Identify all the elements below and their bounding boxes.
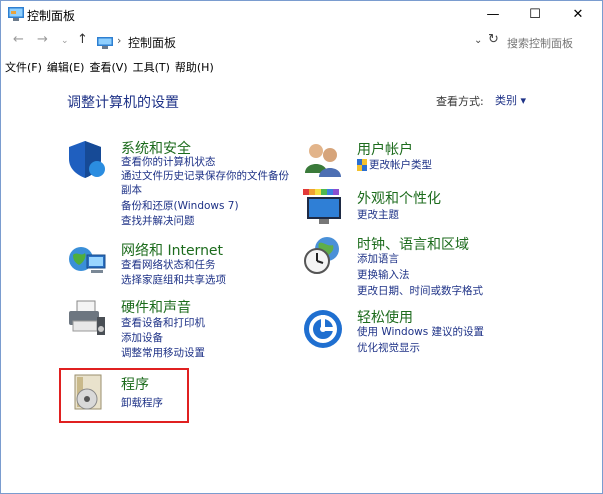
link-optimize-visual-display[interactable]: 优化视觉显示 xyxy=(357,342,420,355)
category-appearance-title[interactable]: 外观和个性化 xyxy=(357,188,441,208)
forward-arrow-icon[interactable]: → xyxy=(37,32,48,47)
ease-of-access-icon[interactable] xyxy=(303,309,343,349)
refresh-icon[interactable]: ↻ xyxy=(488,32,499,47)
control-panel-icon xyxy=(8,7,24,21)
up-arrow-icon[interactable]: ↑ xyxy=(77,32,88,47)
category-hardware-title[interactable]: 硬件和声音 xyxy=(121,297,191,317)
link-file-history-backup[interactable]: 通过文件历史记录保存你的文件备份 xyxy=(121,170,289,183)
user-accounts-icon[interactable] xyxy=(303,139,343,179)
search-input[interactable] xyxy=(507,35,599,51)
link-devices-printers[interactable]: 查看设备和打印机 xyxy=(121,317,205,330)
breadcrumb-separator: › xyxy=(117,34,122,47)
shield-icon[interactable] xyxy=(67,139,107,179)
back-arrow-icon[interactable]: ← xyxy=(13,32,24,47)
uac-shield-icon xyxy=(357,159,367,171)
category-network-title[interactable]: 网络和 Internet xyxy=(121,240,223,260)
menu-help[interactable]: 帮助(H) xyxy=(175,59,214,75)
control-panel-window: 控制面板 — ☐ ✕ ← → ⌄ ↑ › 控制面板 ⌄ ↻ 文件(F) 编辑(E)… xyxy=(0,0,603,494)
menu-tools[interactable]: 工具(T) xyxy=(133,59,170,75)
link-change-theme[interactable]: 更改主题 xyxy=(357,209,399,222)
page-title: 调整计算机的设置 xyxy=(67,95,179,111)
link-file-history-backup-copy[interactable]: 副本 xyxy=(121,184,142,197)
recent-locations-chevron-icon[interactable]: ⌄ xyxy=(61,36,69,46)
link-change-date-format[interactable]: 更改日期、时间或数字格式 xyxy=(357,285,483,298)
window-title: 控制面板 xyxy=(27,9,76,23)
link-add-device[interactable]: 添加设备 xyxy=(121,332,163,345)
printer-icon[interactable] xyxy=(67,299,107,339)
link-windows-suggested-settings[interactable]: 使用 Windows 建议的设置 xyxy=(357,326,484,339)
category-system-security-title[interactable]: 系统和安全 xyxy=(121,138,191,158)
address-row: ← → ⌄ ↑ › 控制面板 ⌄ ↻ xyxy=(1,30,602,54)
link-change-input-method[interactable]: 更换输入法 xyxy=(357,269,410,282)
programs-highlight-box xyxy=(59,368,189,423)
category-clock-title[interactable]: 时钟、语言和区域 xyxy=(357,234,469,254)
maximize-button[interactable]: ☐ xyxy=(514,1,556,29)
link-change-account-type[interactable]: 更改帐户类型 xyxy=(369,159,432,172)
category-ease-title[interactable]: 轻松使用 xyxy=(357,307,413,327)
link-troubleshoot[interactable]: 查找并解决问题 xyxy=(121,215,195,228)
view-by-label: 查看方式: xyxy=(436,95,484,108)
close-button[interactable]: ✕ xyxy=(557,1,599,29)
link-add-language[interactable]: 添加语言 xyxy=(357,253,399,266)
link-backup-restore[interactable]: 备份和还原(Windows 7) xyxy=(121,200,239,213)
menu-file[interactable]: 文件(F) xyxy=(5,59,42,75)
appearance-monitor-icon[interactable] xyxy=(303,187,343,227)
clock-globe-icon[interactable] xyxy=(303,235,343,275)
category-users-title[interactable]: 用户帐户 xyxy=(357,139,413,159)
address-dropdown-icon[interactable]: ⌄ xyxy=(474,35,482,46)
link-view-computer-status[interactable]: 查看你的计算机状态 xyxy=(121,156,216,169)
breadcrumb-control-panel[interactable]: 控制面板 xyxy=(128,34,176,51)
minimize-button[interactable]: — xyxy=(472,1,514,29)
control-panel-breadcrumb-icon xyxy=(97,37,113,49)
menu-edit[interactable]: 编辑(E) xyxy=(47,59,85,75)
network-globe-icon[interactable] xyxy=(67,241,107,281)
link-homegroup[interactable]: 选择家庭组和共享选项 xyxy=(121,274,226,287)
menu-view[interactable]: 查看(V) xyxy=(89,59,127,75)
title-bar: 控制面板 — ☐ ✕ xyxy=(1,1,602,29)
view-by-dropdown[interactable]: 类别 ▾ xyxy=(491,90,530,110)
link-mobility-settings[interactable]: 调整常用移动设置 xyxy=(121,347,205,360)
menu-bar: 文件(F) 编辑(E) 查看(V) 工具(T) 帮助(H) xyxy=(5,56,219,74)
link-network-status[interactable]: 查看网络状态和任务 xyxy=(121,259,216,272)
